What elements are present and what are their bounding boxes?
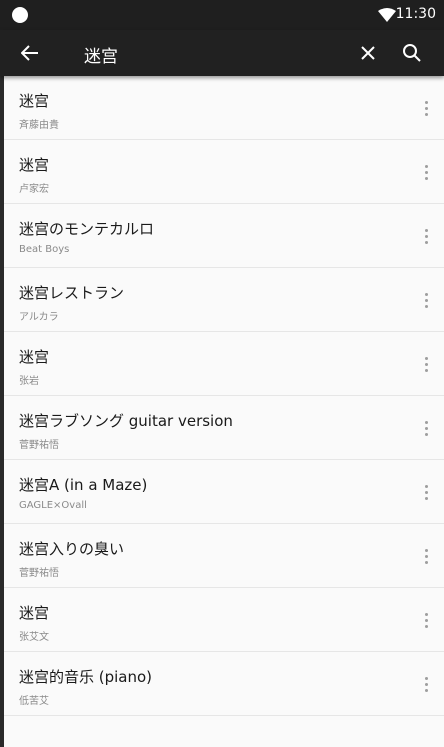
notification-dot-icon xyxy=(12,7,28,23)
song-title: 迷宫入りの臭い xyxy=(19,540,125,558)
more-options-icon[interactable] xyxy=(418,480,434,504)
search-results-screen: 11:30 迷宫 迷宫 斉藤由貴 迷宫 卢家宏 迷宫のモンテカルロ Beat B… xyxy=(0,0,444,747)
list-item[interactable]: 迷宫 卢家宏 xyxy=(4,140,444,204)
clear-search-button[interactable] xyxy=(354,39,382,67)
more-options-icon[interactable] xyxy=(418,352,434,376)
song-artist: 张岩 xyxy=(19,376,39,387)
list-item[interactable]: 迷宫ラブソング guitar version 菅野祐悟 xyxy=(4,396,444,460)
list-item[interactable]: 迷宫レストラン アルカラ xyxy=(4,268,444,332)
more-options-icon[interactable] xyxy=(418,288,434,312)
list-item[interactable]: 迷宫 斉藤由貴 xyxy=(4,76,444,140)
song-artist: Beat Boys xyxy=(19,244,70,255)
song-artist: 卢家宏 xyxy=(19,184,49,195)
close-icon xyxy=(361,46,375,60)
song-artist: 张艾文 xyxy=(19,632,49,643)
search-results-list: 迷宫 斉藤由貴 迷宫 卢家宏 迷宫のモンテカルロ Beat Boys 迷宫レスト… xyxy=(4,76,444,716)
song-title: 迷宫 xyxy=(19,156,50,174)
more-options-icon[interactable] xyxy=(418,224,434,248)
more-options-icon[interactable] xyxy=(418,160,434,184)
list-item[interactable]: 迷宫A (in a Maze) GAGLE×Ovall xyxy=(4,460,444,524)
song-title: 迷宫レストラン xyxy=(19,284,125,302)
song-artist: 斉藤由貴 xyxy=(19,120,59,131)
song-title: 迷宫 xyxy=(19,348,50,366)
arrow-back-icon xyxy=(21,45,38,61)
song-title: 迷宫 xyxy=(19,92,50,110)
search-icon xyxy=(403,44,421,62)
search-button[interactable] xyxy=(398,39,426,67)
more-options-icon[interactable] xyxy=(418,96,434,120)
song-title: 迷宫ラブソング guitar version xyxy=(19,412,233,430)
more-options-icon[interactable] xyxy=(418,416,434,440)
song-artist: GAGLE×Ovall xyxy=(19,500,87,511)
list-item[interactable]: 迷宫的音乐 (piano) 低苦艾 xyxy=(4,652,444,716)
search-toolbar: 迷宫 xyxy=(0,30,444,76)
song-artist: アルカラ xyxy=(19,312,59,323)
song-artist: 菅野祐悟 xyxy=(19,440,59,451)
list-item[interactable]: 迷宫 张艾文 xyxy=(4,588,444,652)
more-options-icon[interactable] xyxy=(418,608,434,632)
song-title: 迷宫A (in a Maze) xyxy=(19,476,148,494)
status-time: 11:30 xyxy=(395,6,436,22)
song-title: 迷宫的音乐 (piano) xyxy=(19,668,153,686)
song-title: 迷宫 xyxy=(19,604,50,622)
list-item[interactable]: 迷宫入りの臭い 菅野祐悟 xyxy=(4,524,444,588)
list-item[interactable]: 迷宫のモンテカルロ Beat Boys xyxy=(4,204,444,268)
status-bar: 11:30 xyxy=(0,0,444,30)
more-options-icon[interactable] xyxy=(418,672,434,696)
song-title: 迷宫のモンテカルロ xyxy=(19,220,155,238)
back-button[interactable] xyxy=(14,39,46,67)
wifi-icon xyxy=(378,8,396,22)
song-artist: 低苦艾 xyxy=(19,696,49,707)
list-item[interactable]: 迷宫 张岩 xyxy=(4,332,444,396)
search-query-text[interactable]: 迷宫 xyxy=(84,42,118,67)
more-options-icon[interactable] xyxy=(418,544,434,568)
song-artist: 菅野祐悟 xyxy=(19,568,59,579)
